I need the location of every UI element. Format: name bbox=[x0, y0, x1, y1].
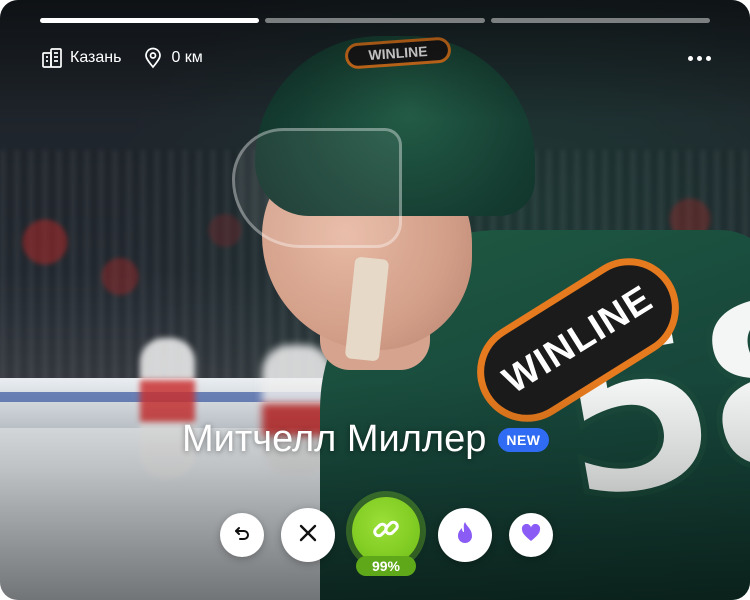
location-row: Казань 0 км bbox=[40, 46, 203, 70]
buildings-icon bbox=[40, 46, 64, 70]
more-dots-icon bbox=[696, 55, 702, 61]
rewind-button[interactable] bbox=[220, 513, 264, 557]
match-button[interactable] bbox=[352, 497, 420, 565]
helmet-visor bbox=[232, 128, 402, 248]
profile-name-row: Митчелл Миллер NEW bbox=[182, 418, 549, 461]
new-badge: NEW bbox=[498, 427, 549, 452]
profile-card[interactable]: 58 WINLINE WINLINE Казань bbox=[0, 0, 750, 600]
distance-label: 0 км bbox=[171, 49, 203, 66]
heart-icon bbox=[521, 523, 541, 547]
super-like-button[interactable] bbox=[438, 508, 492, 562]
undo-icon bbox=[232, 523, 252, 548]
photo-progress-bar bbox=[40, 18, 710, 23]
more-dots-icon bbox=[705, 55, 711, 61]
photo-progress-segment[interactable] bbox=[40, 18, 260, 23]
action-bar: 99% bbox=[0, 497, 750, 588]
like-button[interactable] bbox=[509, 513, 553, 557]
photo-progress-segment[interactable] bbox=[490, 18, 710, 23]
link-icon bbox=[370, 513, 402, 550]
close-icon bbox=[297, 522, 319, 549]
profile-name: Митчелл Миллер bbox=[182, 418, 487, 460]
city-label: Казань bbox=[70, 49, 122, 66]
city-info: Казань bbox=[40, 46, 121, 70]
distance-info: 0 км bbox=[141, 46, 203, 70]
more-options-button[interactable] bbox=[684, 46, 714, 70]
photo-progress-segment[interactable] bbox=[265, 18, 485, 23]
match-percentage: 99% bbox=[356, 556, 416, 576]
more-dots-icon bbox=[687, 55, 693, 61]
location-pin-icon bbox=[141, 46, 165, 70]
flame-icon bbox=[454, 520, 476, 551]
pass-button[interactable] bbox=[281, 508, 335, 562]
